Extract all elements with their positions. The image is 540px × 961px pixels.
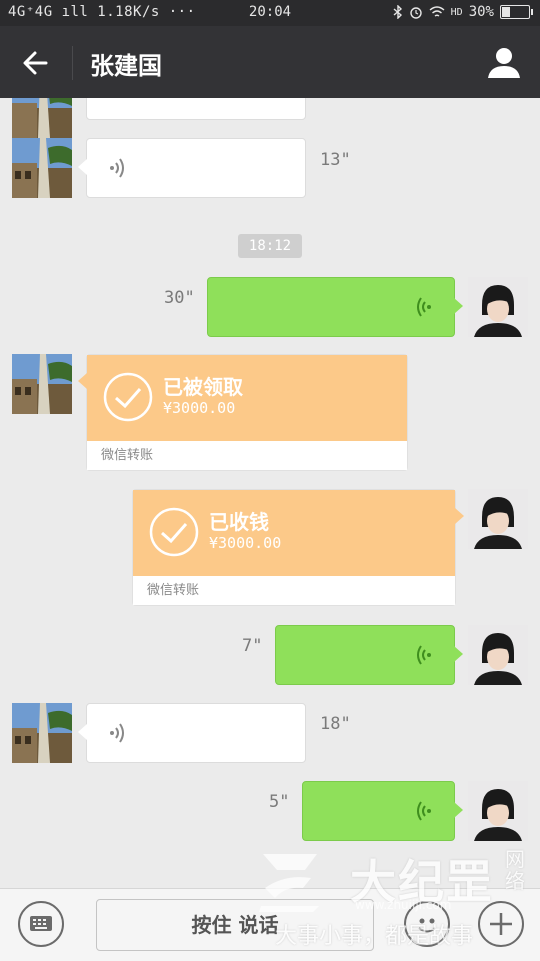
user-photo-icon (468, 277, 528, 337)
contact-avatar[interactable] (12, 138, 72, 198)
contact-avatar[interactable] (12, 703, 72, 763)
my-avatar[interactable] (468, 277, 528, 337)
voice-message-partial[interactable] (86, 98, 306, 120)
voice-wave-icon (110, 723, 124, 743)
voice-duration: 30" (164, 288, 195, 308)
voice-wave-icon (417, 645, 431, 665)
voice-message[interactable] (207, 277, 463, 337)
alarm-icon (409, 7, 422, 19)
person-icon (488, 48, 520, 78)
my-avatar[interactable] (468, 489, 528, 549)
voice-wave-icon (417, 801, 431, 821)
battery-icon (500, 5, 533, 19)
user-photo-icon (468, 625, 528, 685)
wifi-icon (429, 6, 445, 17)
my-avatar[interactable] (468, 781, 528, 841)
voice-message[interactable] (78, 703, 306, 763)
voice-duration: 7" (242, 636, 263, 656)
header-divider (72, 46, 73, 80)
voice-wave-icon (110, 158, 124, 178)
voice-message[interactable] (275, 625, 463, 685)
back-button[interactable] (16, 46, 56, 80)
keyboard-icon (30, 916, 52, 931)
voice-duration: 13" (320, 150, 351, 170)
plus-icon (490, 913, 512, 935)
transfer-label: 微信转账 (87, 442, 407, 470)
tree-photo-icon (12, 138, 72, 198)
transfer-amount: ¥3000.00 (163, 399, 236, 417)
hd-icon: HD (450, 6, 463, 18)
contact-name: 张建国 (90, 52, 162, 80)
check-circle-icon (103, 372, 153, 422)
chat-header: 张建国 (0, 26, 540, 98)
tree-photo-icon (12, 98, 72, 138)
hold-to-talk-button[interactable]: 按住 说话 (96, 899, 374, 951)
voice-duration: 18" (320, 714, 351, 734)
status-right: HD 30% (393, 4, 533, 20)
battery-level (502, 7, 511, 17)
bluetooth-icon (393, 5, 402, 19)
user-photo-icon (468, 781, 528, 841)
arrow-left-icon (23, 51, 48, 75)
tree-photo-icon (12, 703, 72, 763)
transfer-status: 已收钱 (209, 510, 269, 534)
my-avatar[interactable] (468, 625, 528, 685)
input-bar: 按住 说话 (0, 888, 540, 961)
transfer-status: 已被领取 (163, 375, 243, 399)
transfer-amount: ¥3000.00 (209, 534, 282, 552)
tree-photo-icon (12, 354, 72, 414)
voice-duration: 5" (269, 792, 290, 812)
contact-avatar[interactable] (12, 98, 72, 138)
chat-message-list[interactable]: 13" 18:12 30" 已被领取 ¥3000.00 微信转账 已收钱 ¥30… (0, 98, 540, 888)
more-functions-button[interactable] (478, 901, 524, 947)
battery-percent: 30% (468, 4, 494, 20)
chat-info-button[interactable] (484, 44, 524, 82)
status-bar: 4G⁺4G ıll 1.18K/s ··· 20:04 HD 30% (0, 0, 540, 26)
time-divider: 18:12 (238, 234, 302, 258)
voice-message[interactable] (302, 781, 463, 841)
emoji-button[interactable] (404, 901, 450, 947)
voice-message[interactable] (78, 138, 306, 198)
transfer-card-collected[interactable]: 已收钱 ¥3000.00 微信转账 (132, 489, 464, 606)
contact-avatar[interactable] (12, 354, 72, 414)
keyboard-toggle-button[interactable] (18, 901, 64, 947)
transfer-card-top: 已收钱 ¥3000.00 (133, 490, 455, 576)
user-photo-icon (468, 489, 528, 549)
emoji-icon (418, 918, 436, 933)
check-circle-icon (149, 507, 199, 557)
transfer-card-received[interactable]: 已被领取 ¥3000.00 微信转账 (78, 354, 408, 471)
transfer-card-top: 已被领取 ¥3000.00 (87, 355, 407, 441)
voice-wave-icon (417, 297, 431, 317)
transfer-label: 微信转账 (133, 577, 455, 605)
